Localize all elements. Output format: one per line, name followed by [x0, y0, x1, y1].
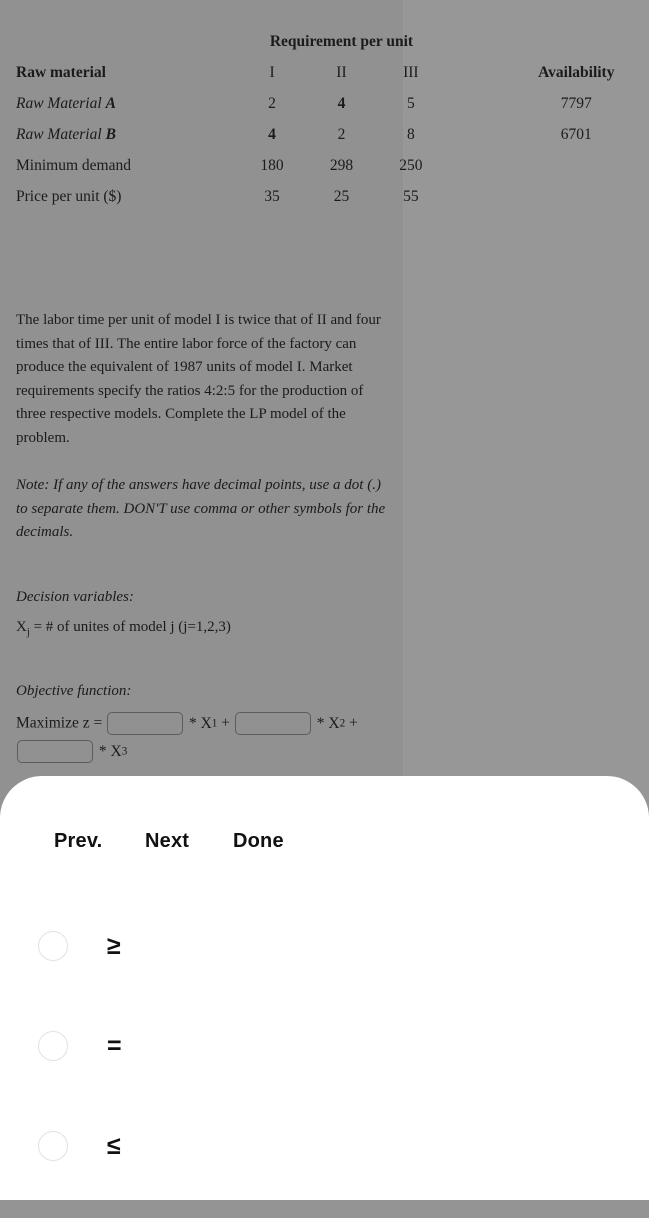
cell-a-iii: 5	[406, 94, 415, 112]
row-label-a-letter: A	[105, 94, 116, 112]
term1-suffix: * X	[188, 714, 212, 732]
term2-suffix: * X	[316, 714, 340, 732]
cell-b-iii: 8	[406, 125, 415, 143]
row-label-a-text: Raw Material	[16, 94, 106, 112]
column-header-iii: III	[403, 63, 419, 81]
objective-equation-line-1: Maximize z = * X1 + * X2 +	[16, 712, 416, 735]
decimal-note-paragraph: Note: If any of the answers have decimal…	[16, 477, 386, 540]
option-label-less-equal: ≤	[107, 1132, 121, 1160]
cell-b-ii: 2	[337, 125, 346, 143]
cell-a-i: 2	[268, 94, 276, 112]
maximize-label: Maximize z =	[16, 714, 103, 732]
column-header-i: I	[269, 63, 275, 81]
table-row: Raw Material A 2 4 5 7797	[0, 88, 649, 119]
table-row: Price per unit ($) 35 25 55	[0, 181, 649, 212]
requirements-table: Requirement per unit Raw material I II I…	[0, 26, 649, 212]
answer-sheet-panel: Prev. Next Done ≥ = ≤	[0, 776, 649, 1200]
term1-subscript: 1	[211, 717, 218, 730]
objective-function-heading: Objective function:	[16, 683, 132, 699]
plus-operator-1: +	[221, 714, 230, 732]
row-label-price-per-unit: Price per unit ($)	[16, 187, 122, 205]
done-button[interactable]: Done	[233, 830, 284, 853]
cell-demand-iii: 250	[399, 156, 423, 174]
cell-b-i: 4	[268, 125, 276, 143]
term3-subscript: 3	[121, 745, 128, 758]
span-header-avail-spacer	[446, 26, 649, 57]
question-content: Requirement per unit Raw material I II I…	[0, 0, 649, 790]
cell-demand-ii: 298	[329, 156, 354, 174]
column-header-ii: II	[336, 63, 347, 81]
cell-a-ii: 4	[337, 94, 346, 112]
cell-demand-i: 180	[260, 156, 284, 174]
decision-variables-definition: Xj = # of unites of model j (j=1,2,3)	[16, 616, 388, 645]
decision-var-rest: = # of unites of model j (j=1,2,3)	[29, 619, 231, 635]
row-label-raw-material-b: Raw Material B	[0, 119, 237, 150]
option-row-equal[interactable]: =	[0, 1018, 649, 1118]
row-label-b-text: Raw Material	[16, 125, 106, 143]
option-label-greater-equal: ≥	[107, 932, 121, 960]
decision-variables-heading: Decision variables:	[16, 589, 134, 605]
problem-statement-paragraph: The labor time per unit of model I is tw…	[16, 312, 381, 446]
table-row: Minimum demand 180 298 250	[0, 150, 649, 181]
coefficient-input-2[interactable]	[234, 712, 311, 735]
row-label-raw-material-a: Raw Material A	[0, 88, 237, 119]
radio-icon-equal[interactable]	[38, 1031, 68, 1061]
table-row: Raw Material B 4 2 8 6701	[0, 119, 649, 150]
next-button[interactable]: Next	[145, 830, 189, 853]
operator-options-list: ≥ = ≤	[0, 918, 649, 1218]
cell-demand-availability	[446, 150, 649, 181]
row-label-minimum-demand: Minimum demand	[16, 156, 131, 174]
term3-suffix: * X	[98, 742, 122, 760]
plus-operator-2: +	[349, 714, 358, 732]
cell-price-availability	[446, 181, 649, 212]
coefficient-input-1[interactable]	[107, 712, 184, 735]
option-label-equal: =	[107, 1032, 122, 1060]
row-label-b-letter: B	[105, 125, 116, 143]
table-header-row: Raw material I II III Availability	[0, 57, 649, 88]
cell-b-availability: 6701	[560, 125, 592, 143]
cell-a-availability: 7797	[560, 94, 592, 112]
screen-root: Requirement per unit Raw material I II I…	[0, 0, 649, 1200]
prev-button[interactable]: Prev.	[54, 830, 102, 853]
cell-price-iii: 55	[403, 187, 419, 205]
navigation-bar: Prev. Next Done	[0, 830, 649, 864]
option-row-greater-equal[interactable]: ≥	[0, 918, 649, 1018]
radio-icon-greater-equal[interactable]	[38, 931, 68, 961]
radio-icon-less-equal[interactable]	[38, 1131, 68, 1161]
cell-price-ii: 25	[333, 187, 350, 205]
cell-price-i: 35	[264, 187, 280, 205]
decision-var-symbol: X	[16, 619, 27, 635]
term2-subscript: 2	[339, 717, 346, 730]
table-span-header-row: Requirement per unit	[0, 26, 649, 57]
column-header-raw-material: Raw material	[16, 63, 106, 81]
span-header-requirement: Requirement per unit	[269, 32, 414, 50]
objective-equation-line-2: * X3	[16, 740, 416, 763]
coefficient-input-3[interactable]	[17, 740, 93, 763]
column-header-availability: Availability	[538, 63, 615, 81]
option-row-less-equal[interactable]: ≤	[0, 1118, 649, 1218]
span-header-spacer	[0, 26, 237, 57]
